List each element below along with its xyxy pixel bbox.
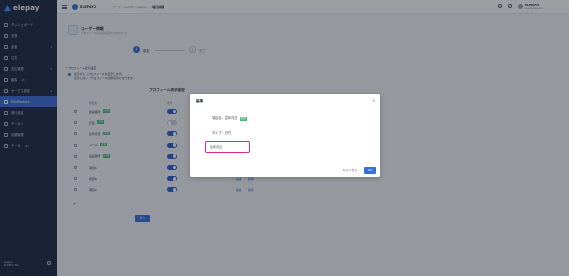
field-name-input[interactable]: 生年月日	[205, 141, 250, 153]
field-name-input-value: 生年月日	[210, 145, 223, 150]
close-icon[interactable]: ×	[372, 98, 375, 103]
cancel-button[interactable]: キャンセル	[338, 167, 362, 174]
type-label: タイプ：	[212, 131, 225, 135]
field-name-value: 生年月日	[224, 116, 238, 120]
edit-modal: 編集 × 項目名：生年月日 必須 タイプ：日付 生年月日 キャンセル OK	[190, 94, 380, 177]
modal-title: 編集	[196, 99, 204, 103]
ok-button[interactable]: OK	[364, 167, 376, 174]
field-name-label: 項目名：	[212, 116, 225, 120]
type-value: 日付	[224, 131, 232, 135]
modal-field-type: タイプ：日付	[212, 130, 231, 135]
required-badge: 必須	[239, 117, 247, 121]
modal-field-name: 項目名：生年月日 必須	[212, 115, 247, 121]
